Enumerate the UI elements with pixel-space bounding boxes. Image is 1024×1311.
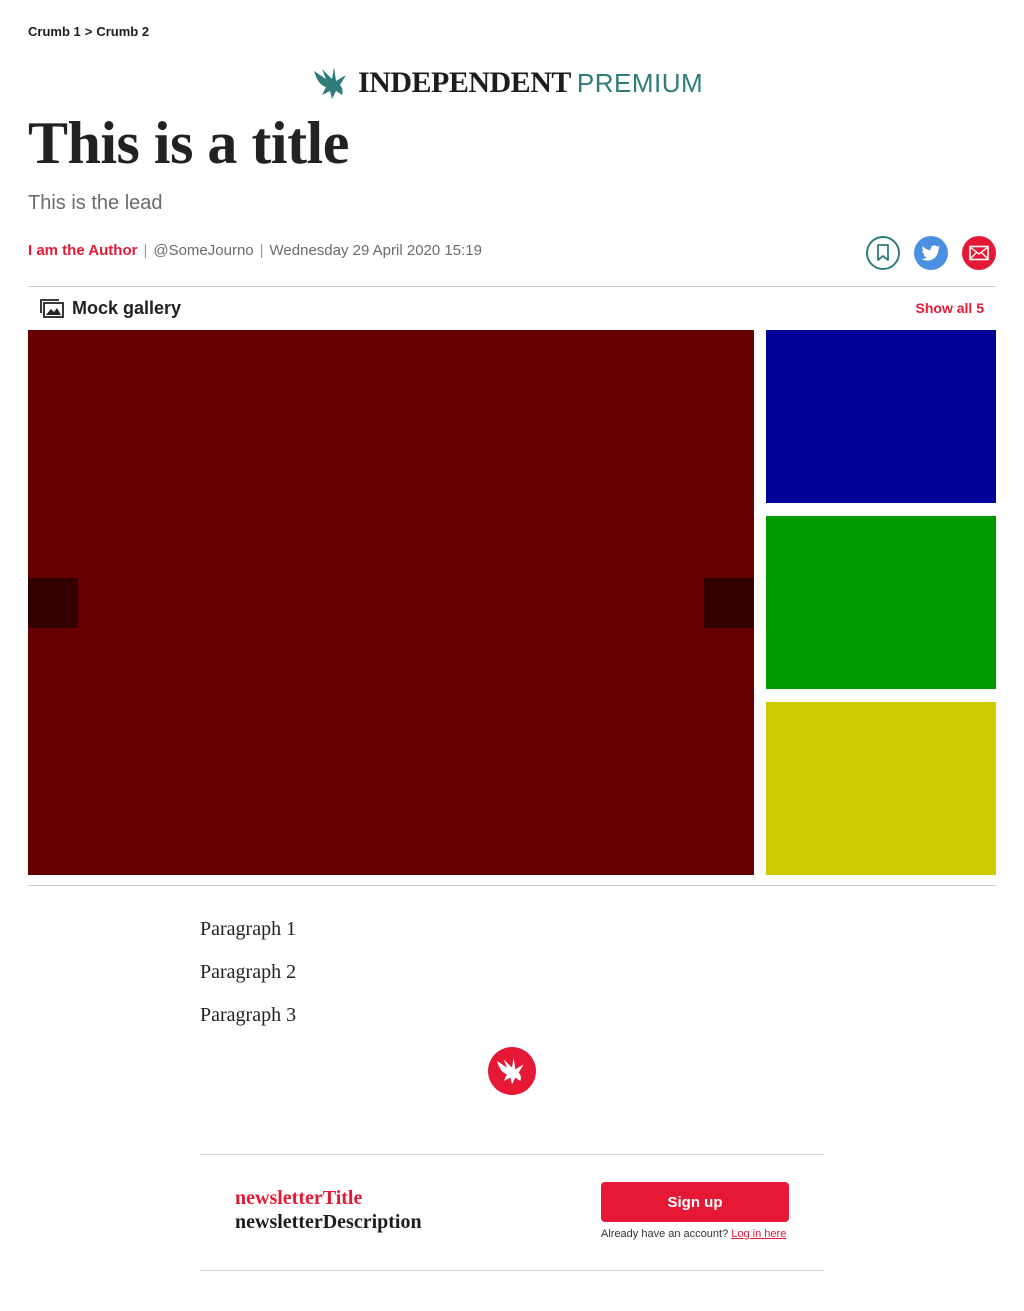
paragraph: Paragraph 1: [200, 918, 297, 940]
twitter-handle: @SomeJourno: [153, 242, 254, 259]
newsletter-title: newsletterTitle: [235, 1187, 363, 1209]
gallery-header: Mock gallery Show all 5: [40, 296, 984, 320]
paragraph: Paragraph 2: [200, 961, 297, 983]
twitter-icon: [921, 244, 941, 261]
gallery-thumbnail[interactable]: [766, 702, 996, 875]
paragraph: Paragraph 3: [200, 1004, 297, 1026]
gallery-next-button[interactable]: [704, 578, 754, 628]
gallery-icon: [40, 299, 64, 318]
divider: [28, 885, 996, 886]
gallery-prev-button[interactable]: [28, 578, 78, 628]
email-icon: [969, 245, 989, 261]
bookmark-icon: [877, 244, 889, 261]
gallery-thumbnail[interactable]: [766, 516, 996, 689]
breadcrumb-separator: >: [84, 24, 93, 39]
gallery-thumbnail[interactable]: [766, 330, 996, 503]
newsletter-description: newsletterDescription: [235, 1211, 422, 1233]
newsletter-text: newsletterTitle newsletterDescription: [235, 1186, 422, 1234]
twitter-share-button[interactable]: [914, 236, 948, 270]
share-bar: [866, 236, 996, 270]
breadcrumb-crumb-2[interactable]: Crumb 2: [96, 24, 149, 39]
eagle-icon: [497, 1057, 524, 1085]
article-lead: This is the lead: [28, 192, 163, 214]
divider: [28, 286, 996, 287]
byline: I am the Author | @SomeJourno | Wednesda…: [28, 242, 482, 259]
email-share-button[interactable]: [962, 236, 996, 270]
gallery-main-image[interactable]: [28, 330, 754, 875]
gallery-title: Mock gallery: [72, 297, 182, 318]
author-link[interactable]: I am the Author: [28, 242, 137, 259]
byline-separator: |: [143, 242, 148, 259]
show-all-link[interactable]: Show all 5: [916, 300, 984, 316]
bookmark-button[interactable]: [866, 236, 900, 270]
eagle-logo-icon: [314, 67, 346, 99]
masthead-brand: INDEPENDENT: [358, 66, 571, 99]
masthead-logo[interactable]: INDEPENDENT PREMIUM: [312, 64, 712, 102]
end-of-article-mark: [488, 1047, 536, 1095]
article-title: This is a title: [28, 110, 349, 176]
breadcrumb: Crumb 1 > Crumb 2: [28, 24, 149, 39]
breadcrumb-crumb-1[interactable]: Crumb 1: [28, 24, 81, 39]
publish-date: Wednesday 29 April 2020 15:19: [269, 242, 482, 259]
byline-separator: |: [259, 242, 264, 259]
divider: [200, 1270, 824, 1271]
account-prompt: Already have an account?: [601, 1228, 729, 1240]
sign-up-button[interactable]: Sign up: [601, 1182, 789, 1222]
article-body: Paragraph 1 Paragraph 2 Paragraph 3: [200, 916, 296, 1045]
login-link[interactable]: Log in here: [731, 1228, 786, 1240]
masthead-premium: PREMIUM: [576, 67, 704, 98]
divider: [200, 1154, 824, 1155]
login-prompt: Already have an account? Log in here: [601, 1228, 786, 1240]
